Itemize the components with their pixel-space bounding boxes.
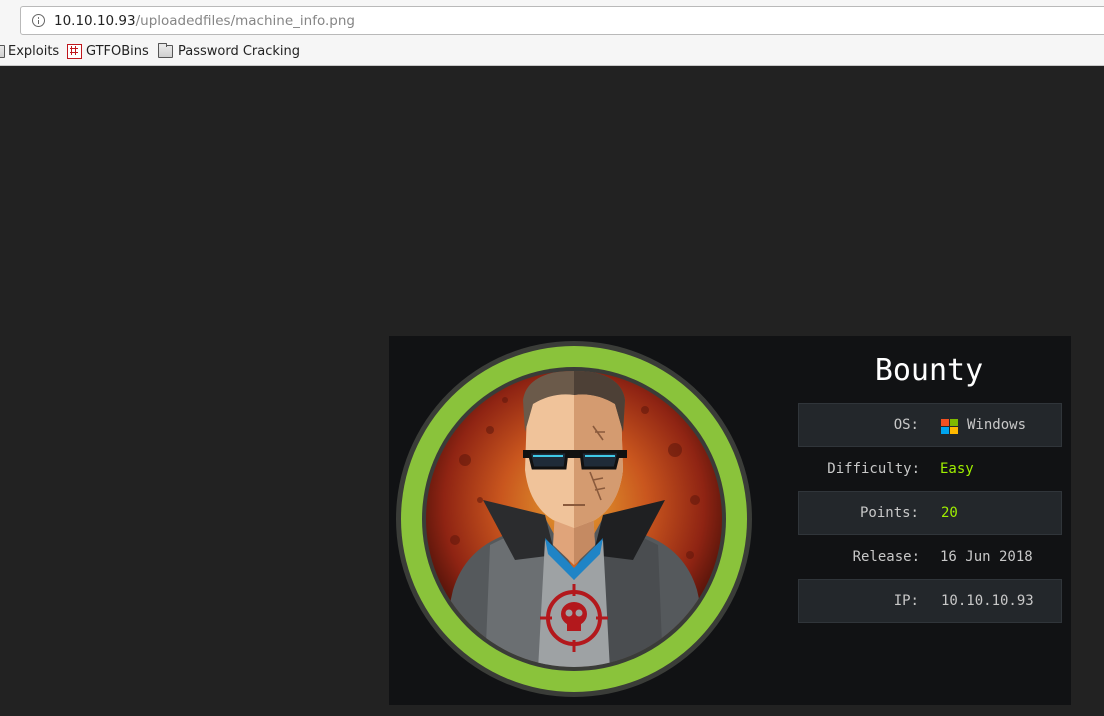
os-row: OS: Windows <box>798 403 1062 447</box>
difficulty-label: Difficulty: <box>827 461 920 477</box>
url-host: 10.10.10.93 <box>54 13 136 29</box>
url-path: /uploadedfiles/machine_info.png <box>135 13 355 29</box>
ip-label: IP: <box>893 593 919 609</box>
ip-row: IP: 10.10.10.93 <box>798 579 1062 623</box>
release-value: 16 Jun 2018 <box>940 549 1033 565</box>
difficulty-row: Difficulty: Easy <box>798 448 1062 492</box>
release-label: Release: <box>852 549 920 565</box>
avatar-image <box>396 341 752 697</box>
folder-icon <box>0 45 5 58</box>
windows-icon <box>941 419 959 435</box>
os-label: OS: <box>893 417 919 433</box>
bookmark-exploits[interactable]: Exploits <box>0 42 60 62</box>
bookmark-label: GTFOBins <box>86 44 149 59</box>
folder-icon <box>158 43 173 58</box>
release-row: Release: 16 Jun 2018 <box>798 536 1062 580</box>
os-value: Windows <box>967 417 1027 433</box>
machine-avatar <box>395 340 753 698</box>
bookmark-gtfobins[interactable]: GTFOBins <box>66 42 149 62</box>
points-row: Points: 20 <box>798 491 1062 535</box>
address-bar[interactable]: 10.10.10.93/uploadedfiles/machine_info.p… <box>20 6 1104 35</box>
points-label: Points: <box>859 505 919 521</box>
bookmark-password-cracking[interactable]: Password Cracking <box>158 42 301 62</box>
points-value: 20 <box>941 505 958 521</box>
difficulty-value: Easy <box>940 461 974 477</box>
bookmark-label: Exploits <box>8 44 60 59</box>
gtfobins-icon <box>67 44 82 59</box>
url-text[interactable]: 10.10.10.93/uploadedfiles/machine_info.p… <box>54 12 355 30</box>
ip-value: 10.10.10.93 <box>941 593 1034 609</box>
browser-chrome: 10.10.10.93/uploadedfiles/machine_info.p… <box>0 0 1104 66</box>
machine-name: Bounty <box>874 353 984 388</box>
info-icon[interactable] <box>32 14 45 27</box>
bookmark-label: Password Cracking <box>178 44 301 59</box>
machine-info-card: Bounty OS: Windows Difficulty: Easy Poin… <box>389 336 1071 705</box>
